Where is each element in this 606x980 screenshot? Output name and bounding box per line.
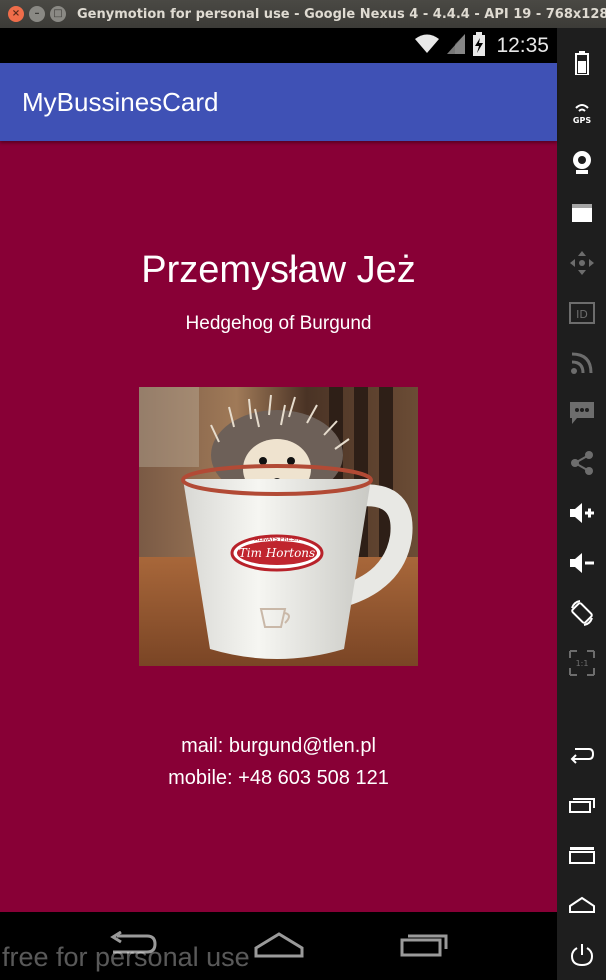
battery-icon[interactable] — [557, 38, 606, 88]
person-title: Hedgehog of Burgund — [185, 313, 372, 334]
sms-icon[interactable] — [557, 388, 606, 438]
android-status-bar: 12:35 — [0, 28, 557, 63]
genymotion-side-panel: GPS ID 1:1 — [557, 28, 606, 980]
panel-recent-apps-icon[interactable] — [557, 780, 606, 830]
dpad-icon[interactable] — [557, 238, 606, 288]
panel-back-icon[interactable] — [557, 730, 606, 780]
panel-home-icon[interactable] — [557, 880, 606, 930]
hedgehog-photo: ALWAYS FRESH Tim Hortons — [139, 387, 418, 666]
battery-charging-icon — [472, 31, 486, 60]
rss-icon[interactable] — [557, 338, 606, 388]
action-bar: MyBussinesCard — [0, 63, 557, 141]
power-icon[interactable] — [557, 930, 606, 980]
window-maximize-button[interactable]: □ — [50, 6, 66, 22]
pixel-perfect-label: 1:1 — [575, 659, 588, 668]
back-icon[interactable] — [107, 930, 159, 961]
share-icon[interactable] — [557, 438, 606, 488]
webcam-icon[interactable] — [557, 138, 606, 188]
panel-menu-icon[interactable] — [557, 830, 606, 880]
cup-logo-text: Tim Hortons — [239, 546, 315, 560]
video-icon[interactable] — [557, 188, 606, 238]
wifi-icon — [414, 33, 440, 59]
gps-icon[interactable]: GPS — [557, 88, 606, 138]
contact-mobile[interactable]: mobile: +48 603 508 121 — [0, 767, 557, 790]
volume-down-icon[interactable] — [557, 538, 606, 588]
contact-mail[interactable]: mail: burgund@tlen.pl — [0, 735, 557, 758]
gps-label: GPS — [572, 116, 590, 125]
window-close-button[interactable]: × — [8, 6, 24, 22]
home-icon[interactable] — [252, 930, 306, 962]
pixel-perfect-icon[interactable]: 1:1 — [557, 638, 606, 688]
cup-logo-top-text: ALWAYS FRESH — [254, 536, 299, 543]
window-titlebar: × – □ Genymotion for personal use - Goog… — [0, 0, 606, 28]
volume-up-icon[interactable] — [557, 488, 606, 538]
business-card: Przemysław Jeż Hedgehog of Burgund ALWAY… — [0, 141, 557, 912]
app-title: MyBussinesCard — [22, 86, 219, 117]
signal-icon — [446, 33, 466, 59]
window-minimize-button[interactable]: – — [29, 6, 45, 22]
device-id-label: ID — [576, 308, 588, 321]
status-clock: 12:35 — [496, 33, 549, 57]
device-id-icon[interactable]: ID — [557, 288, 606, 338]
rotate-icon[interactable] — [557, 588, 606, 638]
android-nav-bar — [0, 912, 557, 980]
window-title: Genymotion for personal use - Google Nex… — [77, 6, 606, 22]
recent-apps-icon[interactable] — [400, 931, 450, 961]
person-name: Przemysław Jeż — [141, 249, 416, 291]
